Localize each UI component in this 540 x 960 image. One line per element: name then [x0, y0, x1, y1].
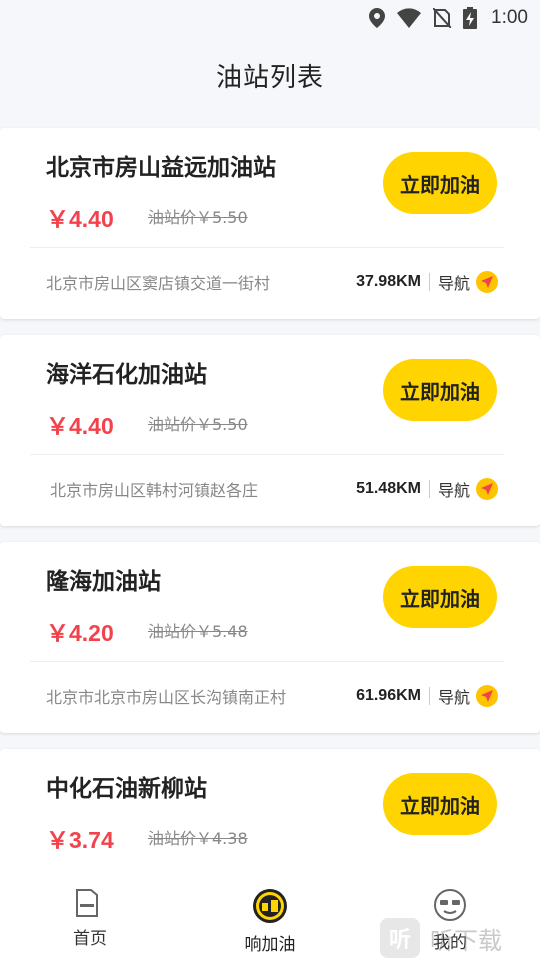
station-card[interactable]: 北京市房山益远加油站 ￥4.40 油站价￥5.50 立即加油 北京市房山区窦店镇…: [0, 128, 540, 319]
wifi-icon: [397, 8, 422, 28]
tab-xiangjiayou[interactable]: 响加油: [180, 872, 360, 960]
separator: [428, 687, 430, 705]
station-address: 北京市北京市房山区长沟镇南正村: [46, 688, 287, 707]
original-price: 油站价￥5.48: [148, 622, 248, 641]
navigate-link[interactable]: 37.98KM 导航: [356, 269, 498, 295]
station-price: ￥4.40: [46, 413, 114, 439]
separator: [428, 273, 430, 291]
tab-xiangjiayou-label: 响加油: [244, 935, 296, 955]
station-list[interactable]: 北京市房山益远加油站 ￥4.40 油站价￥5.50 立即加油 北京市房山区窦店镇…: [0, 128, 540, 956]
divider: [30, 661, 504, 662]
watermark: 听 听下载: [380, 916, 502, 960]
divider: [30, 454, 504, 455]
station-name: 海洋石化加油站: [46, 362, 207, 388]
page-title: 油站列表: [215, 62, 324, 93]
no-sim-icon: [433, 8, 452, 28]
refuel-now-button[interactable]: 立即加油: [383, 773, 497, 835]
refuel-now-button[interactable]: 立即加油: [383, 566, 497, 628]
navigate-label: 导航: [437, 688, 470, 707]
station-price: ￥4.20: [46, 620, 114, 646]
tab-home[interactable]: 首页: [0, 872, 180, 960]
station-name: 北京市房山益远加油站: [46, 155, 276, 181]
station-distance: 61.96KM: [356, 687, 421, 704]
home-icon: [73, 888, 107, 922]
separator: [428, 480, 430, 498]
navigation-arrow-icon[interactable]: [476, 478, 498, 500]
original-price: 油站价￥5.50: [148, 415, 248, 434]
station-name: 中化石油新柳站: [46, 776, 207, 802]
location-icon: [369, 8, 386, 28]
station-price: ￥3.74: [46, 827, 114, 853]
navigation-arrow-icon[interactable]: [476, 685, 498, 707]
original-price: 油站价￥4.38: [148, 829, 248, 848]
navigate-label: 导航: [437, 481, 470, 500]
station-name: 隆海加油站: [46, 569, 161, 595]
navigation-arrow-icon[interactable]: [476, 271, 498, 293]
divider: [30, 247, 504, 248]
watermark-logo: 听: [380, 918, 420, 958]
station-price: ￥4.40: [46, 206, 114, 232]
battery-charging-icon: [463, 7, 478, 29]
navigate-link[interactable]: 51.48KM 导航: [356, 476, 498, 502]
station-card[interactable]: 隆海加油站 ￥4.20 油站价￥5.48 立即加油 北京市北京市房山区长沟镇南正…: [0, 542, 540, 733]
tab-home-label: 首页: [73, 929, 107, 949]
brand-logo-icon: [252, 888, 288, 928]
navigate-link[interactable]: 61.96KM 导航: [356, 683, 498, 709]
station-card[interactable]: 海洋石化加油站 ￥4.40 油站价￥5.50 立即加油 北京市房山区韩村河镇赵各…: [0, 335, 540, 526]
refuel-now-button[interactable]: 立即加油: [383, 152, 497, 214]
page-header: 油站列表: [0, 36, 540, 114]
status-bar: 1:00: [0, 0, 540, 36]
station-distance: 37.98KM: [356, 273, 421, 290]
station-address: 北京市房山区韩村河镇赵各庄: [50, 481, 259, 500]
navigate-label: 导航: [437, 274, 470, 293]
status-time: 1:00: [491, 7, 528, 28]
station-distance: 51.48KM: [356, 480, 421, 497]
watermark-text: 听下载: [430, 926, 502, 955]
station-address: 北京市房山区窦店镇交道一街村: [46, 274, 271, 293]
original-price: 油站价￥5.50: [148, 208, 248, 227]
refuel-now-button[interactable]: 立即加油: [383, 359, 497, 421]
